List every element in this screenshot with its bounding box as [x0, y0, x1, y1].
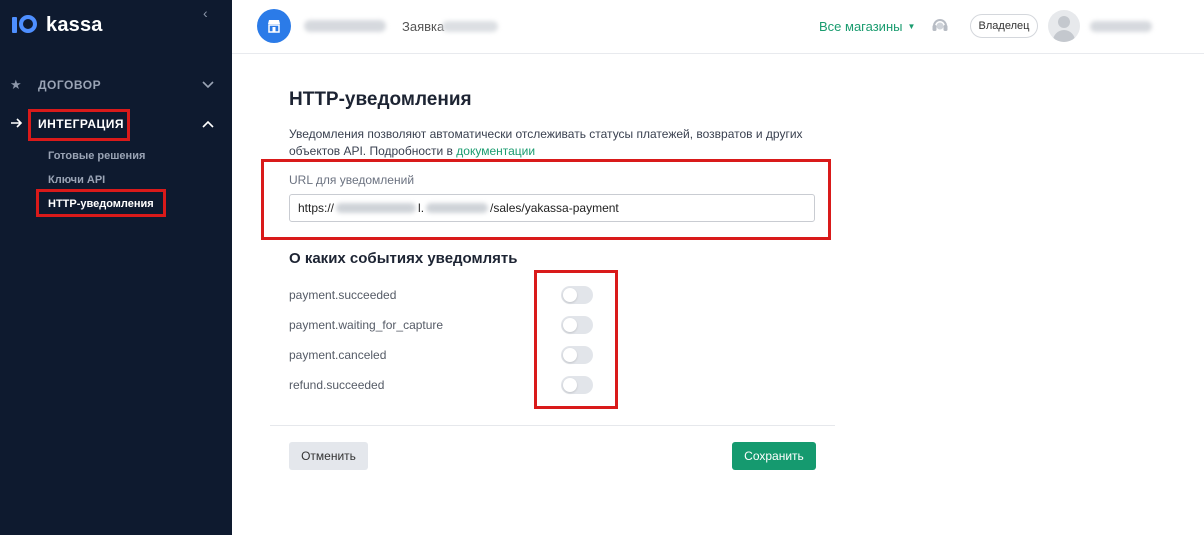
caret-down-icon: ▼: [907, 22, 916, 31]
sidebar-item-label: ДОГОВОР: [38, 78, 102, 92]
star-icon: ★: [10, 77, 22, 92]
page-description: Уведомления позволяют автоматически отсл…: [289, 126, 819, 160]
footer-divider: [270, 425, 835, 426]
sidebar-item-label: ИНТЕГРАЦИЯ: [38, 117, 125, 131]
description-text: Уведомления позволяют автоматически отсл…: [289, 127, 803, 158]
sidebar-subitem-http-notifications[interactable]: HTTP-уведомления: [48, 198, 154, 210]
event-toggle-payment-canceled[interactable]: [561, 346, 593, 364]
cancel-button[interactable]: Отменить: [289, 442, 368, 470]
events-section-title: О каких событиях уведомлять: [289, 250, 518, 267]
url-redacted-part: [426, 203, 489, 213]
stores-dropdown[interactable]: Все магазины ▼: [819, 19, 915, 34]
sidebar: kassa ‹ ★ ДОГОВОР ИНТЕГРАЦИЯ Готовые реш…: [0, 0, 232, 535]
logo[interactable]: kassa: [10, 12, 103, 38]
user-avatar[interactable]: [1048, 10, 1080, 42]
user-name-redacted: [1090, 21, 1152, 32]
store-icon: [268, 20, 280, 33]
logo-text: kassa: [46, 13, 103, 36]
sidebar-item-contract[interactable]: ★ ДОГОВОР: [0, 73, 232, 97]
url-mid: l.: [418, 201, 425, 215]
event-toggle-payment-waiting-for-capture[interactable]: [561, 316, 593, 334]
request-id-redacted: [442, 21, 498, 32]
page-title: HTTP-уведомления: [289, 89, 472, 110]
event-toggle-payment-succeeded[interactable]: [561, 286, 593, 304]
url-field-label: URL для уведомлений: [289, 173, 415, 187]
shop-avatar[interactable]: [257, 9, 291, 43]
event-row: payment.waiting_for_capture: [289, 315, 609, 335]
arrow-right-icon: [10, 117, 24, 132]
event-row: refund.succeeded: [289, 375, 609, 395]
chevron-down-icon: [202, 78, 214, 92]
sidebar-item-integration[interactable]: ИНТЕГРАЦИЯ: [0, 112, 232, 136]
event-label: payment.canceled: [289, 348, 387, 362]
event-label: payment.waiting_for_capture: [289, 318, 444, 332]
save-button[interactable]: Сохранить: [732, 442, 816, 470]
stores-dropdown-label: Все магазины: [819, 19, 903, 34]
url-suffix: /sales/yakassa-payment: [490, 201, 619, 215]
shop-name-redacted: [304, 20, 386, 32]
collapse-sidebar-icon[interactable]: ‹: [203, 6, 217, 20]
url-prefix: https://: [298, 201, 335, 215]
headset-icon[interactable]: [930, 15, 950, 35]
event-row: payment.succeeded: [289, 285, 609, 305]
role-owner-label: Владелец: [978, 20, 1030, 32]
docs-link[interactable]: документации: [456, 144, 535, 158]
sidebar-subitem-api-keys[interactable]: Ключи API: [48, 174, 105, 186]
notification-url-input[interactable]: https:// l. /sales/yakassa-payment: [289, 194, 815, 222]
event-label: payment.succeeded: [289, 288, 397, 302]
kassa-logo-icon: [10, 14, 40, 36]
url-redacted-part: [336, 203, 417, 213]
event-toggle-refund-succeeded[interactable]: [561, 376, 593, 394]
event-label: refund.succeeded: [289, 378, 385, 392]
chevron-up-icon: [202, 117, 214, 131]
request-label: Заявка: [402, 19, 445, 34]
top-header: Заявка Все магазины ▼ Владелец: [232, 0, 1204, 54]
role-owner-button[interactable]: Владелец: [970, 14, 1038, 38]
event-row: payment.canceled: [289, 345, 609, 365]
sidebar-subitem-ready-solutions[interactable]: Готовые решения: [48, 150, 145, 162]
